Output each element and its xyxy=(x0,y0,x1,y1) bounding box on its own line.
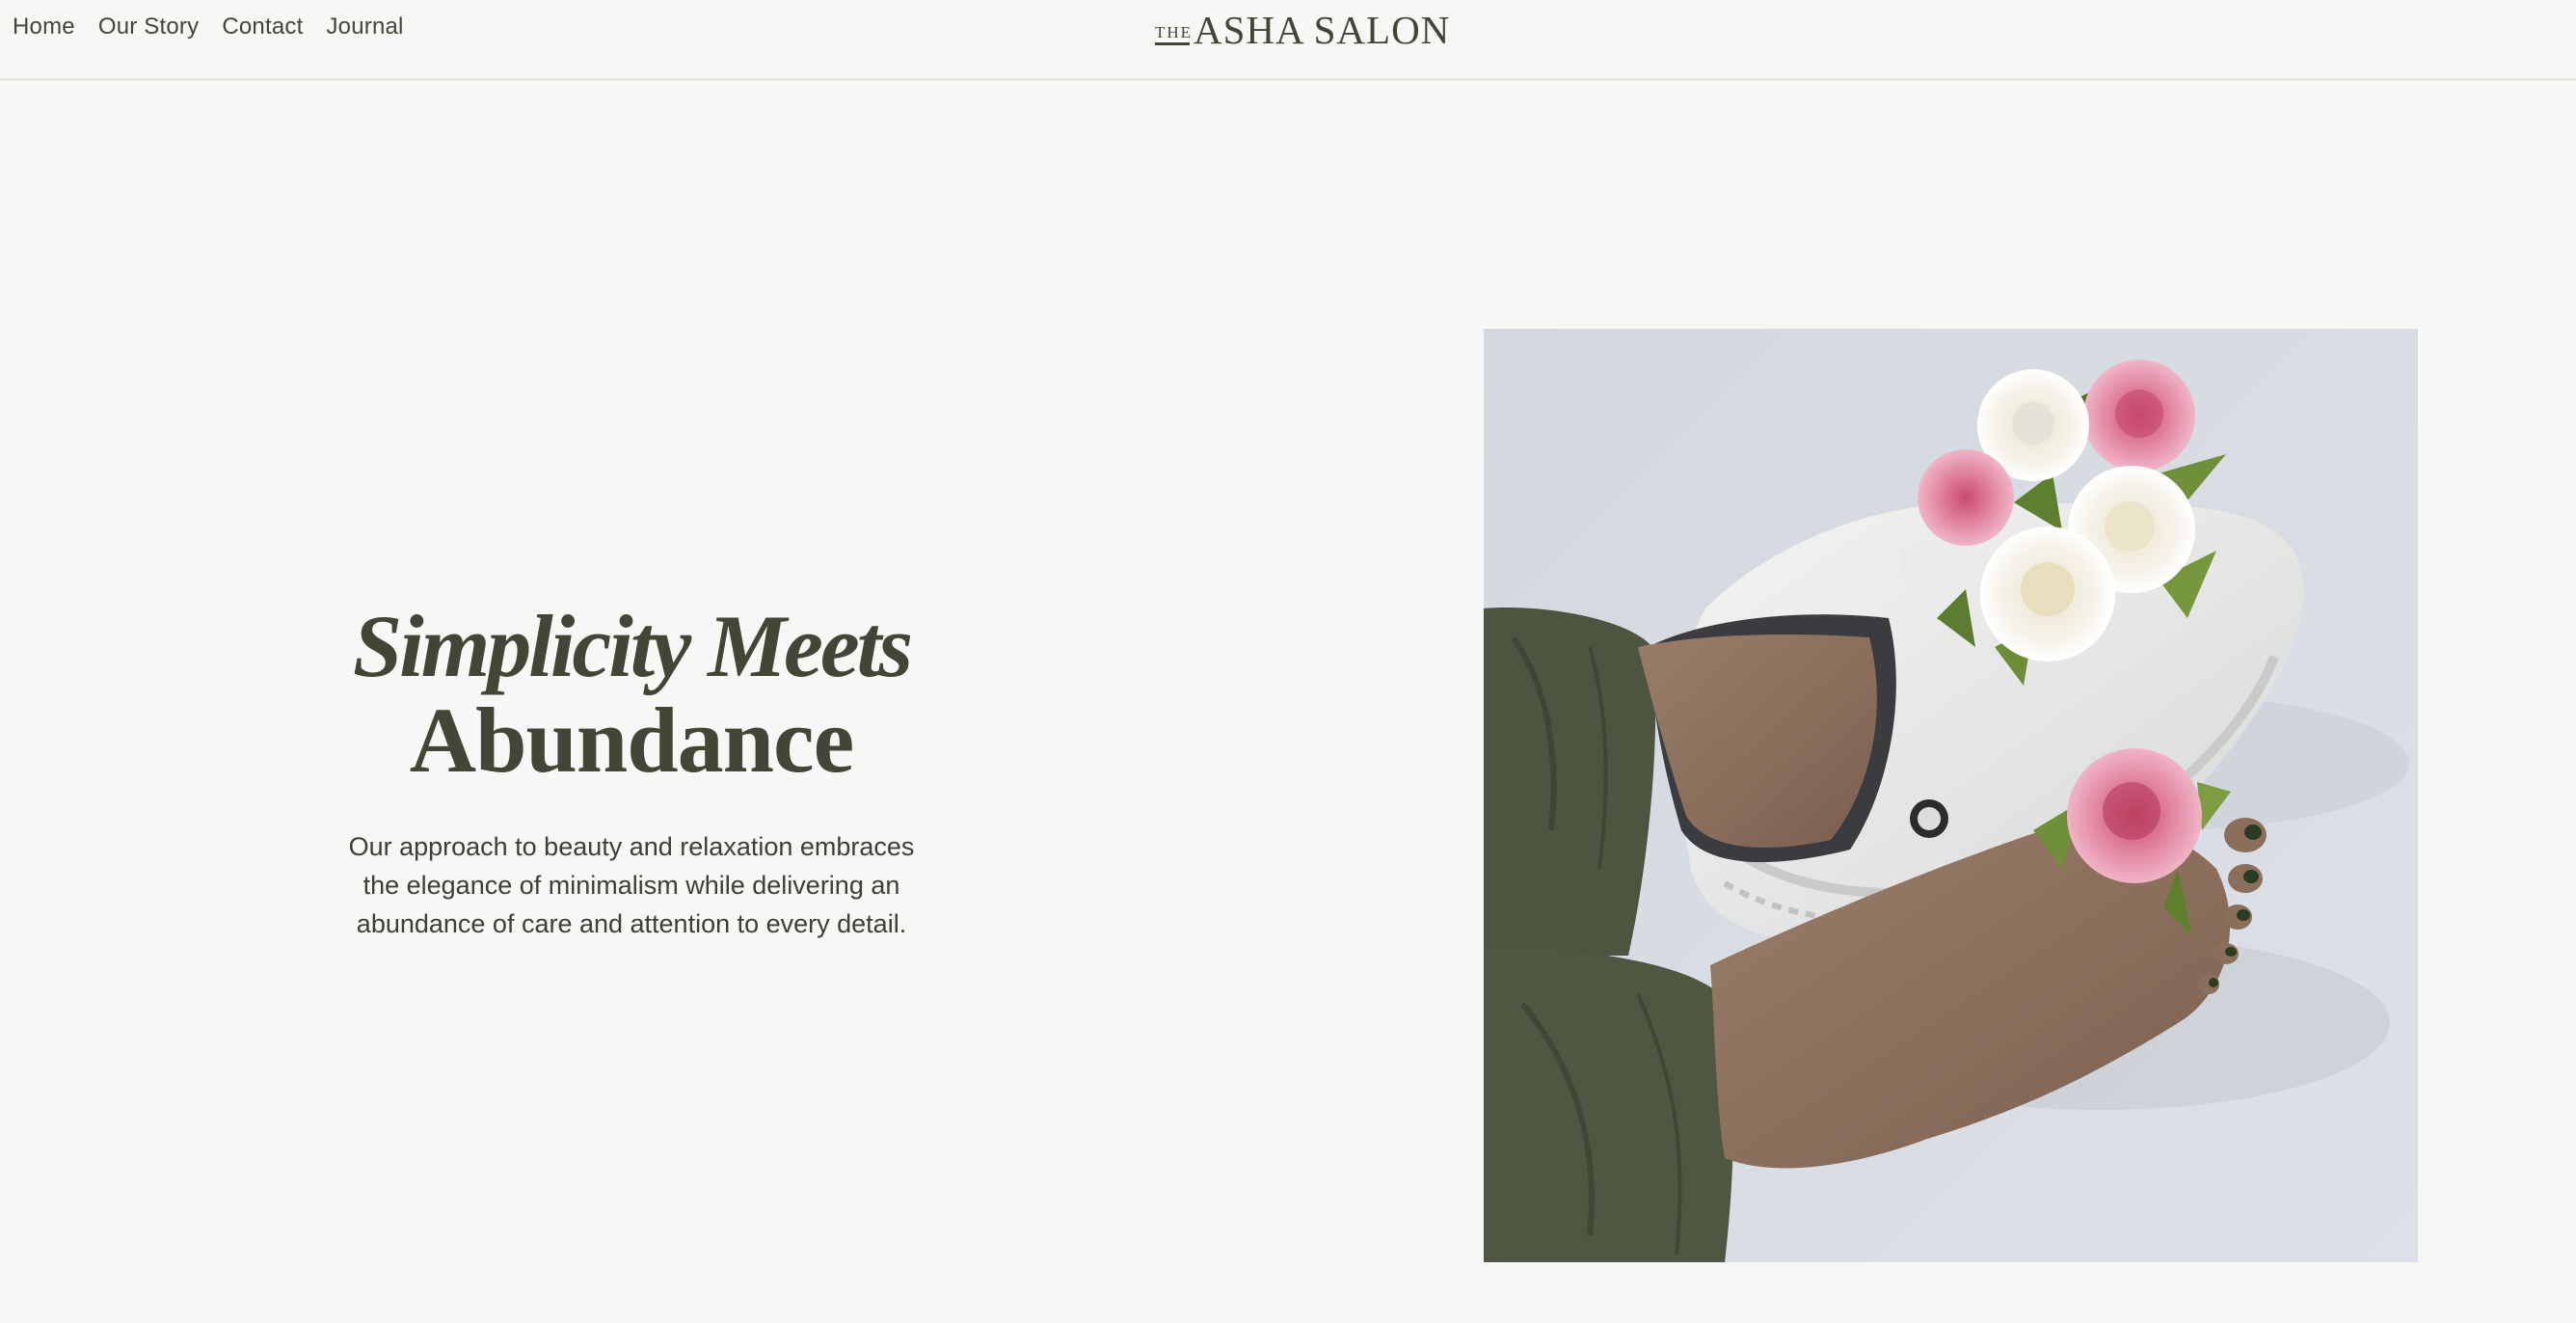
main-nav: Home Our Story Contact Journal xyxy=(13,12,404,42)
logo-the-text: THE xyxy=(1155,24,1191,50)
nav-link-journal[interactable]: Journal xyxy=(326,12,403,42)
site-logo[interactable]: THE ASHA SALON xyxy=(1155,10,1450,50)
site-header: Home Our Story Contact Journal THE ASHA … xyxy=(0,0,2576,81)
hero-headline: Simplicity Meets Abundance xyxy=(342,598,921,787)
hero-headline-line2: Abundance xyxy=(409,688,855,792)
hero-description: Our approach to beauty and relaxation em… xyxy=(348,832,915,938)
nav-link-home[interactable]: Home xyxy=(13,12,75,42)
logo-name-text: ASHA SALON xyxy=(1194,8,1451,52)
hero-photo xyxy=(1484,329,2418,1262)
hero-text-block: Simplicity Meets Abundance Our approach … xyxy=(342,598,921,943)
hero-headline-line1: Simplicity Meets xyxy=(352,597,913,695)
nav-link-contact[interactable]: Contact xyxy=(222,12,303,42)
nav-link-our-story[interactable]: Our Story xyxy=(98,12,200,42)
feet-clog-roses-illustration xyxy=(1484,329,2418,1262)
